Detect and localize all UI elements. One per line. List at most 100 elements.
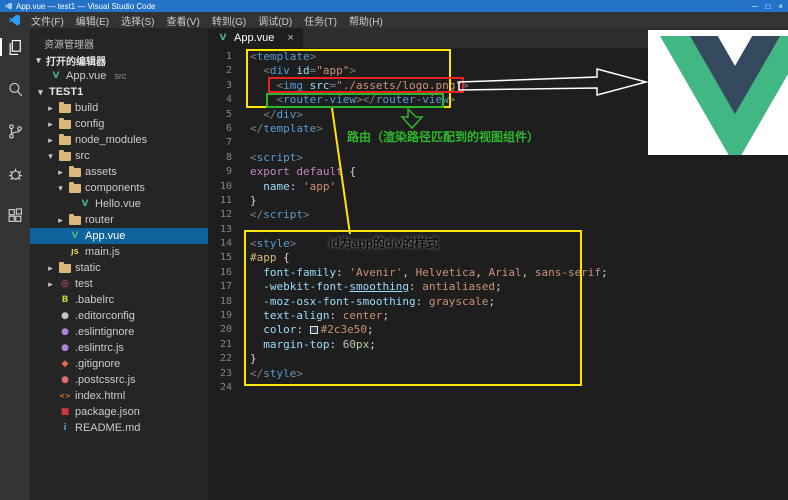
code-line-12[interactable]: 12 </script> — [208, 208, 788, 222]
tree-item-label: README.md — [75, 422, 141, 434]
code-line-11[interactable]: 11} — [208, 194, 788, 208]
chevron-right-icon: ▸ — [48, 262, 53, 273]
code-text: <div id="app"> — [263, 64, 356, 78]
tree-item-node_modules[interactable]: ▸ node_modules — [30, 132, 208, 148]
tree-item-readme.md[interactable]: i README.md — [30, 420, 208, 436]
code-line-18[interactable]: 18 -moz-osx-font-smoothing: grayscale; — [208, 295, 788, 309]
line-number: 16 — [219, 266, 232, 278]
tree-item-label: package.json — [75, 406, 140, 418]
tab-app-vue[interactable]: V App.vue × — [208, 28, 303, 48]
tree-item-router[interactable]: ▸ router — [30, 212, 208, 228]
close-icon[interactable]: × — [287, 32, 293, 44]
code-line-13[interactable]: 13 — [208, 223, 788, 237]
activitybar-item-extensions[interactable] — [6, 206, 24, 224]
tree-item-hello.vue[interactable]: V Hello.vue — [30, 196, 208, 212]
line-number: 12 — [219, 209, 232, 221]
chevron-down-icon: ▾ — [38, 86, 43, 97]
tree-item-.gitignore[interactable]: ◆ .gitignore — [30, 356, 208, 372]
tree-item-index.html[interactable]: <> index.html — [30, 388, 208, 404]
tree-item-.eslintignore[interactable]: ● .eslintignore — [30, 324, 208, 340]
menubar: 文件(F) 编辑(E) 选择(S) 查看(V) 转到(G) 调试(D) 任务(T) 帮助(H) — [0, 12, 788, 28]
code-line-23[interactable]: 23 </style> — [208, 367, 788, 381]
tree-item-components[interactable]: ▾ components — [30, 180, 208, 196]
open-editors-header[interactable]: ▾ 打开的编辑器 — [30, 52, 208, 68]
tree-item-label: index.html — [75, 390, 126, 402]
tree-item-label: node_modules — [75, 134, 148, 146]
menu-item[interactable]: 编辑(E) — [70, 13, 115, 28]
line-number: 3 — [225, 79, 232, 91]
code-text: -moz-osx-font-smoothing: grayscale; — [263, 294, 496, 308]
chevron-right-icon: ▸ — [58, 214, 63, 225]
tree-item-src[interactable]: ▾ src — [30, 148, 208, 164]
line-number: 4 — [225, 94, 232, 106]
code-line-21[interactable]: 21 margin-top: 60px; — [208, 338, 788, 352]
close-button[interactable]: × — [778, 2, 783, 11]
tree-item-config[interactable]: ▸ config — [30, 116, 208, 132]
menu-item[interactable]: 选择(S) — [115, 13, 160, 28]
folder-icon — [59, 150, 71, 161]
tree-item-.babelrc[interactable]: B .babelrc — [30, 292, 208, 308]
activitybar-item-explorer[interactable] — [0, 38, 24, 56]
folder-icon — [59, 102, 71, 113]
tree-item-static[interactable]: ▸ static — [30, 260, 208, 276]
line-number: 13 — [219, 223, 232, 235]
code-text: margin-top: 60px; — [263, 337, 376, 351]
minimize-button[interactable]: ─ — [752, 2, 758, 11]
tree-item-test1[interactable]: ▾ TEST1 — [30, 84, 208, 100]
line-number: 1 — [225, 51, 232, 62]
tree-item-package.json[interactable]: ■ package.json — [30, 404, 208, 420]
code-text: font-family: 'Avenir', Helvetica, Arial,… — [263, 265, 608, 279]
code-text: } — [250, 352, 257, 366]
open-editors-label: 打开的编辑器 — [46, 56, 106, 68]
code-line-20[interactable]: 20 color: #2c3e50; — [208, 323, 788, 337]
code-line-10[interactable]: 10 name: 'app' — [208, 180, 788, 194]
tree-item-.editorconfig[interactable]: ● .editorconfig — [30, 308, 208, 324]
tree-item-build[interactable]: ▸ build — [30, 100, 208, 116]
tree-item-.eslintrc.js[interactable]: ● .eslintrc.js — [30, 340, 208, 356]
line-number: 5 — [225, 108, 232, 120]
debug-icon — [8, 168, 22, 180]
tree-item-test[interactable]: ▸ ◎ test — [30, 276, 208, 292]
tree-item-assets[interactable]: ▸ assets — [30, 164, 208, 180]
line-number: 23 — [219, 367, 232, 379]
extensions-icon — [8, 207, 22, 222]
tree-item-app.vue[interactable]: V App.vue — [30, 228, 208, 244]
git-icon: ◆ — [61, 358, 69, 369]
open-editor-filename: App.vue — [66, 70, 107, 82]
activitybar-item-search[interactable] — [6, 80, 24, 98]
menu-item[interactable]: 转到(G) — [206, 13, 252, 28]
code-line-19[interactable]: 19 text-align: center; — [208, 309, 788, 323]
menu-item[interactable]: 文件(F) — [25, 13, 70, 28]
code-line-9[interactable]: 9 export default { — [208, 165, 788, 179]
tree-item-main.js[interactable]: JS main.js — [30, 244, 208, 260]
code-line-22[interactable]: 22} — [208, 352, 788, 366]
menu-item[interactable]: 任务(T) — [298, 13, 343, 28]
code-text: export default { — [250, 165, 356, 179]
maximize-button[interactable]: □ — [765, 2, 770, 11]
chevron-right-icon: ▸ — [58, 166, 63, 177]
line-number: 21 — [219, 338, 232, 350]
line-number: 10 — [219, 180, 232, 192]
code-line-16[interactable]: 16 font-family: 'Avenir', Helvetica, Ari… — [208, 266, 788, 280]
line-number: 24 — [219, 381, 232, 393]
activitybar-item-debug[interactable] — [6, 164, 24, 182]
menu-item[interactable]: 查看(V) — [160, 13, 205, 28]
code-line-15[interactable]: 15 #app { — [208, 251, 788, 265]
line-number: 17 — [219, 281, 232, 293]
activitybar-item-source-control[interactable] — [6, 122, 24, 140]
line-number: 7 — [225, 137, 232, 149]
code-line-14[interactable]: 14 <style> — [208, 237, 788, 251]
tree-item-.postcssrc.js[interactable]: ● .postcssrc.js — [30, 372, 208, 388]
readme-icon: i — [63, 422, 67, 433]
npm-icon: ■ — [60, 406, 70, 417]
vue-file-icon: V — [219, 32, 227, 43]
tree-item-label: components — [85, 182, 145, 194]
code-line-24[interactable]: 24 — [208, 381, 788, 395]
tree-item-label: Hello.vue — [95, 198, 141, 210]
menu-item[interactable]: 调试(D) — [252, 13, 298, 28]
code-text: #app { — [250, 251, 290, 265]
open-editor-item-app-vue[interactable]: V App.vue src — [30, 68, 208, 84]
menu-item[interactable]: 帮助(H) — [343, 13, 389, 28]
code-line-17[interactable]: 17 -webkit-font-smoothing: antialiased; — [208, 280, 788, 294]
